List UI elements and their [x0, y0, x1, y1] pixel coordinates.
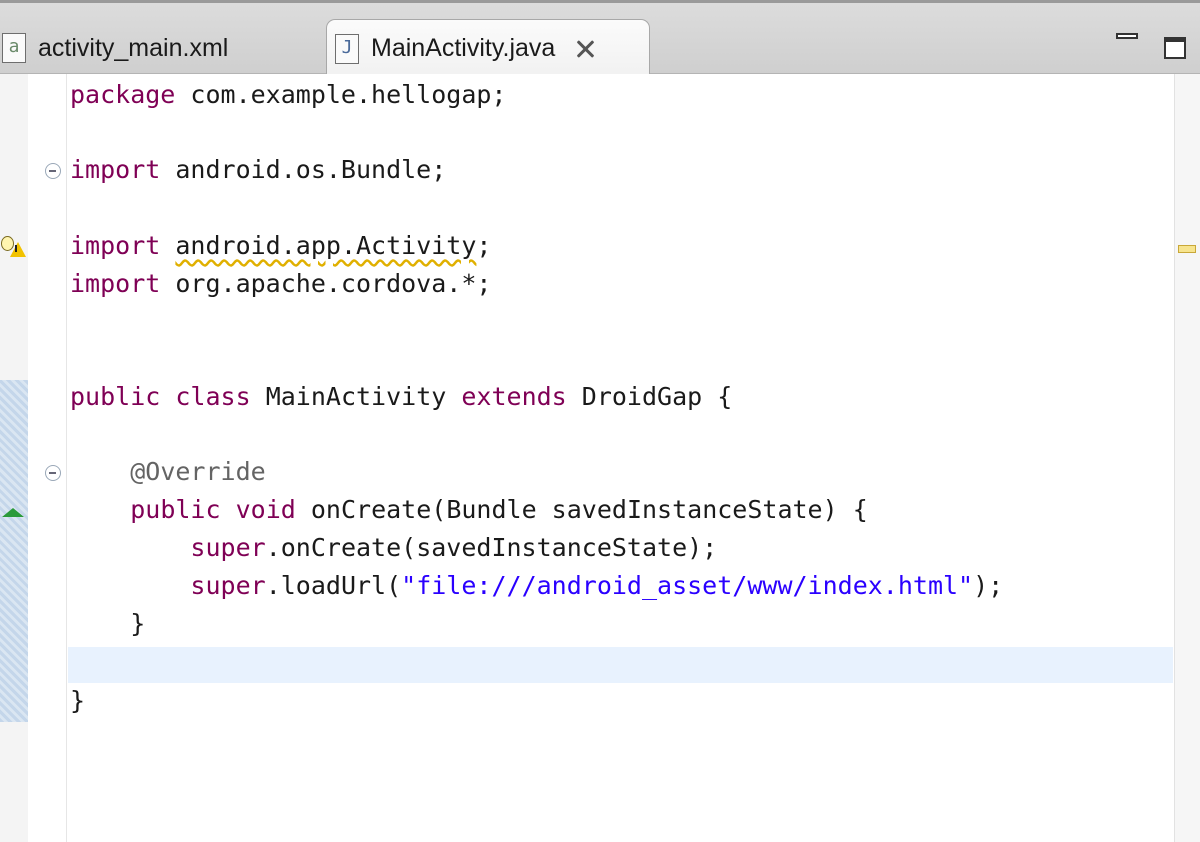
keyword: void — [235, 495, 296, 524]
keyword: class — [175, 382, 251, 411]
code-text: .loadUrl( — [265, 571, 402, 600]
code-text: com.example.hellogap; — [175, 80, 507, 109]
string-literal: "file:///android_asset/www/index.html" — [401, 571, 974, 600]
keyword: extends — [461, 382, 567, 411]
code-line-9: public class MainActivity extends DroidG… — [70, 379, 732, 415]
tab-main-activity-java[interactable]: J MainActivity.java — [326, 19, 650, 77]
warning-overview-marker[interactable] — [1178, 245, 1196, 253]
tab-label: MainActivity.java — [371, 34, 556, 62]
code-text: ); — [973, 571, 1004, 600]
tab-activity-main-xml[interactable]: a activity_main.xml — [0, 19, 316, 77]
collapse-method-icon[interactable] — [45, 465, 61, 481]
keyword: import — [70, 231, 161, 260]
code-line-12: public void onCreate(Bundle savedInstanc… — [70, 492, 868, 528]
closing-brace: } — [130, 609, 146, 638]
code-text: org.apache.cordova.*; — [160, 269, 492, 298]
code-text: MainActivity — [250, 382, 462, 411]
code-text: DroidGap { — [566, 382, 733, 411]
gutter-divider — [66, 74, 67, 842]
xml-file-icon: a — [2, 33, 26, 63]
keyword: import — [70, 269, 161, 298]
collapse-imports-icon[interactable] — [45, 163, 61, 179]
code-line-13: super.onCreate(savedInstanceState); — [70, 530, 717, 566]
maximize-button[interactable] — [1164, 37, 1186, 59]
code-line-15: } — [70, 606, 145, 642]
close-tab-icon[interactable] — [573, 36, 599, 62]
code-editor[interactable]: package com.example.hellogap; import and… — [0, 74, 1200, 842]
overview-ruler[interactable] — [1174, 74, 1200, 842]
keyword: package — [70, 80, 176, 109]
minimize-button[interactable] — [1116, 33, 1138, 39]
annotation: @Override — [130, 457, 266, 486]
current-line-highlight — [68, 647, 1173, 683]
closing-brace: } — [70, 686, 86, 715]
selected-range-indicator — [0, 380, 28, 722]
keyword: public — [130, 495, 221, 524]
code-text: onCreate(Bundle savedInstanceState) { — [295, 495, 868, 524]
code-text: android.os.Bundle; — [160, 155, 447, 184]
override-indicator-icon[interactable] — [2, 508, 24, 517]
code-line-11: @Override — [70, 454, 266, 490]
keyword: import — [70, 155, 161, 184]
keyword: super — [190, 571, 266, 600]
keyword: super — [190, 533, 266, 562]
java-file-icon: J — [335, 33, 359, 64]
keyword: public — [70, 382, 161, 411]
code-line-14: super.loadUrl("file:///android_asset/www… — [70, 568, 1003, 604]
code-line-3: import android.os.Bundle; — [70, 152, 446, 188]
code-text: .onCreate(savedInstanceState); — [265, 533, 718, 562]
code-line-1: package com.example.hellogap; — [70, 77, 507, 113]
unused-import-warning[interactable]: android.app.Activity — [175, 231, 476, 260]
code-line-5: import android.app.Activity; — [70, 228, 491, 264]
tab-label: activity_main.xml — [38, 33, 229, 62]
code-line-18: } — [70, 683, 85, 719]
code-line-6: import org.apache.cordova.*; — [70, 266, 491, 302]
quick-fix-warning-icon[interactable] — [0, 234, 28, 262]
code-text: ; — [476, 231, 492, 260]
editor-tab-bar: a activity_main.xml J MainActivity.java — [0, 0, 1200, 77]
